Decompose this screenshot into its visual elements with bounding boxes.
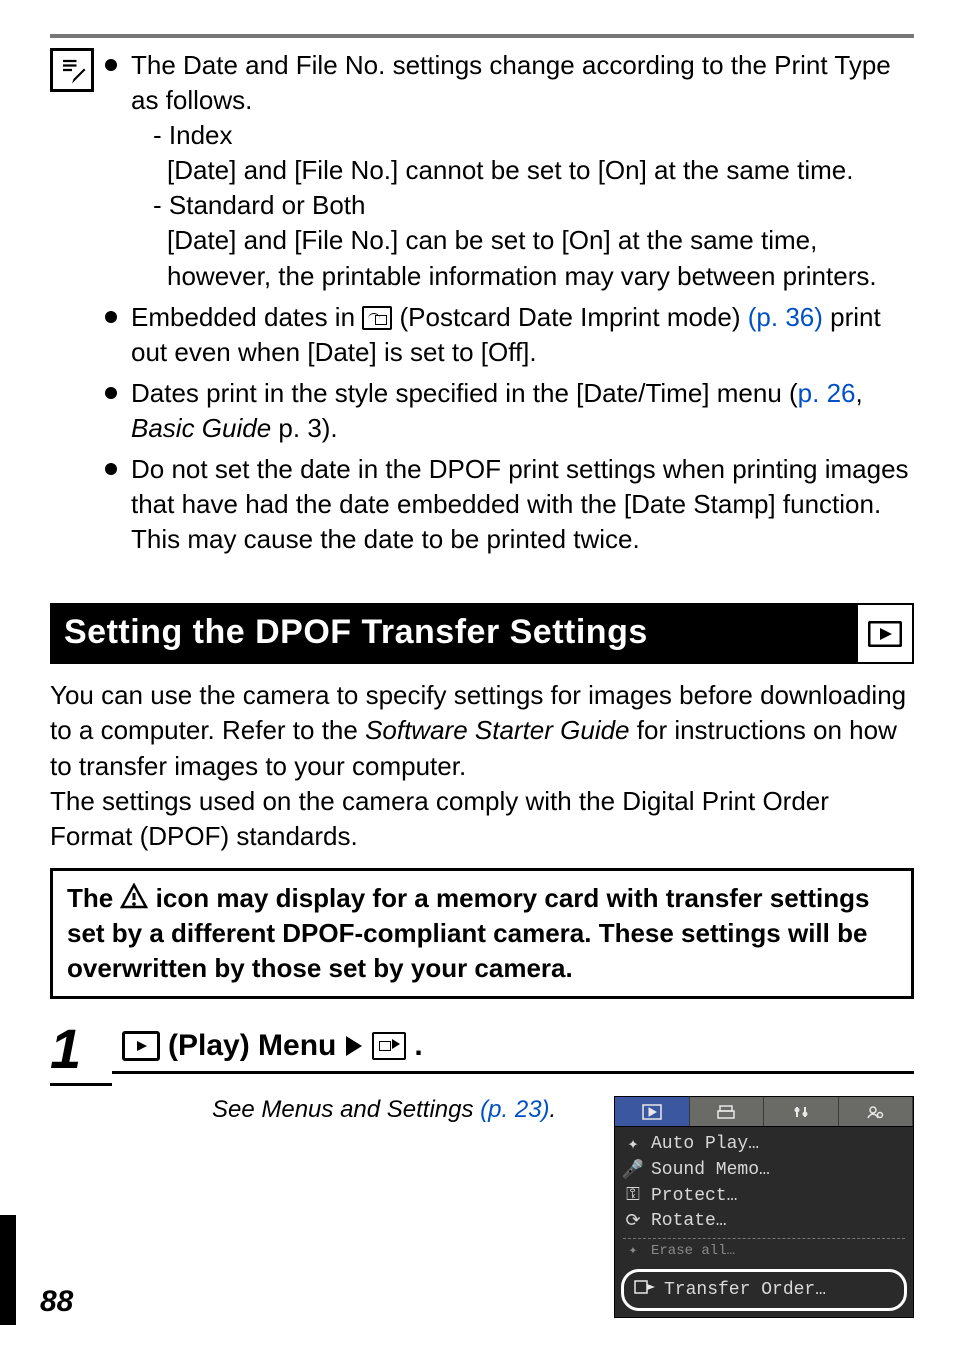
lcd-tab-play [615,1097,690,1126]
lcd-menu-item: 🎤Sound Memo… [623,1157,905,1183]
warning-box: The icon may display for a memory card w… [50,868,914,999]
lcd-menu-item-highlighted: Transfer Order… [621,1269,907,1311]
right-arrow-icon [346,1036,362,1056]
lcd-menu-item: ⚿Protect… [623,1183,905,1208]
lcd-screenshot: ✦Auto Play… 🎤Sound Memo… ⚿Protect… ⟳Rota… [614,1096,914,1318]
mic-icon: 🎤 [623,1159,643,1181]
lcd-menu-item: ⟳Rotate… [623,1208,905,1234]
note-text: The Date and File No. settings change ac… [131,50,891,115]
step-number: 1 [50,1021,112,1077]
note-subitem: - Index [Date] and [File No.] cannot be … [167,118,914,188]
caution-icon [120,883,148,911]
lcd-menu-item-faded: ✦Erase all… [623,1238,905,1261]
key-icon: ⚿ [623,1185,643,1206]
note-text: Do not set the date in the DPOF print se… [105,452,914,557]
note-text: Embedded dates in (Postcard Date Imprint… [105,300,914,370]
memo-icon [50,48,94,92]
step-subtext: See Menus and Settings (p. 23). [112,1096,556,1124]
lcd-tab-tools [764,1097,839,1126]
intro-paragraph: You can use the camera to specify settin… [50,678,914,853]
page-ref-link[interactable]: p. 26 [798,378,856,408]
section-heading: Setting the DPOF Transfer Settings [50,603,858,664]
page-ref-link[interactable]: (p. 23) [480,1096,549,1123]
page-ref-link[interactable]: (p. 36) [748,302,823,332]
lcd-menu-item: ✦Auto Play… [623,1131,905,1157]
play-menu-icon [122,1031,160,1061]
lcd-tab-mycamera [839,1097,914,1126]
lcd-tab-print [690,1097,765,1126]
rotate-icon: ⟳ [623,1210,643,1232]
note-subitem: - Standard or Both [Date] and [File No.]… [167,188,914,293]
postcard-icon [362,306,392,330]
autoplay-icon: ✦ [623,1133,643,1155]
page-number: 88 [40,1285,73,1319]
transfer-order-icon [372,1032,406,1060]
thumb-tab [0,1215,16,1325]
step-heading: (Play) Menu . [112,1021,914,1074]
playback-mode-icon [858,603,914,664]
transfer-icon [634,1278,656,1302]
note-text: Dates print in the style specified in th… [105,376,914,446]
